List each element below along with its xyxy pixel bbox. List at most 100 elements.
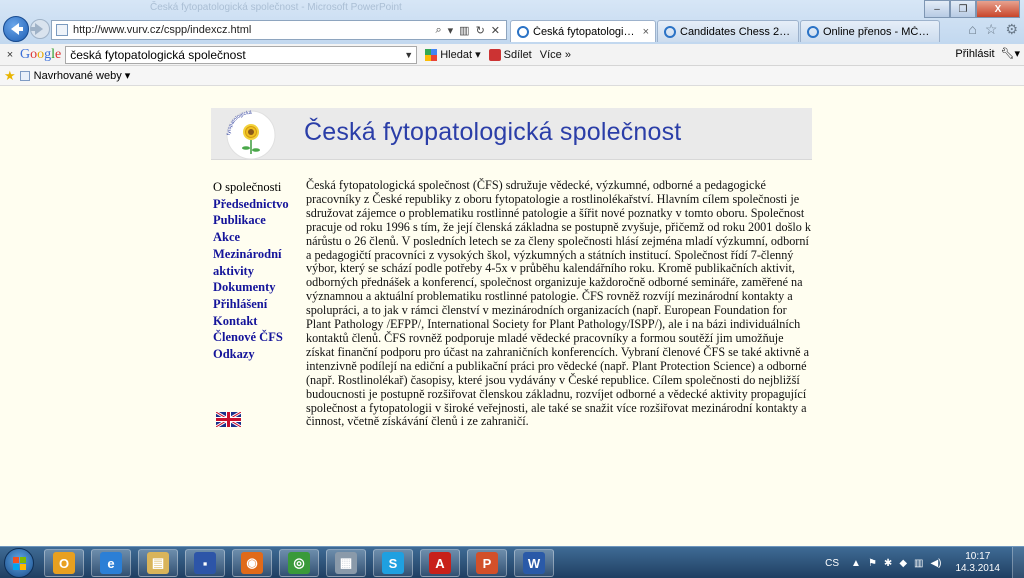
ie-page-icon (664, 25, 676, 38)
address-bar[interactable]: http://www.vurv.cz/cspp/indexcz.html ⌕ ▾… (51, 20, 507, 40)
chrome-icon: ◎ (288, 552, 310, 574)
taskbar-calculator-button[interactable]: ▦ (326, 549, 366, 577)
taskbar-skype-button[interactable]: S (373, 549, 413, 577)
favorites-star-icon[interactable]: ☆ (985, 21, 998, 38)
share-icon (488, 48, 501, 61)
restore-button[interactable]: ❐ (950, 0, 976, 18)
back-button[interactable] (3, 16, 29, 42)
taskbar-internet-explorer-button[interactable]: e (91, 549, 131, 577)
taskbar-firefox-button[interactable]: ◉ (232, 549, 272, 577)
taskbar-outlook-button[interactable]: O (44, 549, 84, 577)
tab-cfs[interactable]: Česká fytopatologická sp... × (510, 20, 656, 42)
internet-explorer-icon: e (100, 552, 122, 574)
show-desktop-button[interactable] (1012, 547, 1024, 578)
google-search-input[interactable]: česká fytopatologická společnost ▼ (65, 45, 418, 64)
taskbar-acrobat-button[interactable]: A (420, 549, 460, 577)
arrow-right-icon (34, 23, 43, 35)
tab-close-icon[interactable]: × (643, 26, 649, 38)
nav-clenove-cfs[interactable]: Členové ČFS (213, 329, 298, 346)
taskbar-chrome-button[interactable]: ◎ (279, 549, 319, 577)
close-window-button[interactable]: X (976, 0, 1020, 18)
outlook-icon: O (53, 552, 75, 574)
suggested-sites-link[interactable]: Navrhované weby (34, 70, 122, 82)
taskbar-word-button[interactable]: W (514, 549, 554, 577)
web-page: fytopatologická Česká fytopatologická sp… (0, 86, 1024, 546)
acrobat-icon: A (429, 552, 451, 574)
google-search-icon (425, 48, 438, 61)
save-icon: ▪ (194, 552, 216, 574)
sdilet-label: Sdílet (503, 48, 532, 61)
uk-flag-icon[interactable] (216, 412, 241, 427)
tab-label: Candidates Chess 2014 LIVE! ... (680, 25, 792, 38)
home-icon[interactable]: ⌂ (968, 21, 976, 38)
window-controls: – ❐ X (924, 0, 1020, 18)
skype-icon: S (382, 552, 404, 574)
nav-o-spolecnosti[interactable]: O společnosti (213, 179, 298, 196)
windows-logo-icon (13, 557, 26, 570)
nav-mezinarodni-aktivity[interactable]: Mezinárodní aktivity (213, 246, 298, 279)
wrench-icon[interactable]: 🔧︎▾ (1001, 47, 1021, 60)
search-value[interactable]: česká fytopatologická společnost (70, 48, 404, 62)
site-header: fytopatologická Česká fytopatologická sp… (211, 108, 812, 160)
language-indicator[interactable]: CS (825, 558, 839, 569)
volume-icon[interactable]: ◀) (930, 558, 941, 569)
compat-view-icon[interactable]: ▥ (459, 24, 469, 37)
calculator-icon: ▦ (335, 552, 357, 574)
page-icon (56, 24, 68, 36)
clock-time: 10:17 (965, 551, 991, 562)
ie-page-icon (807, 25, 819, 38)
browser-titlebar: Česká fytopatologická společnost - Micro… (0, 0, 1024, 44)
gear-icon[interactable]: ⚙ (1005, 21, 1018, 38)
chevron-up-icon[interactable]: ▲ (851, 558, 861, 569)
favorites-star-icon[interactable]: ★ (4, 68, 16, 84)
taskbar-save-button[interactable]: ▪ (185, 549, 225, 577)
system-tray: CS ▲ ⚑ ✱ ◆ ▥ ◀) 10:17 14.3.2014 (825, 547, 1024, 578)
google-logo: Google (20, 46, 62, 62)
main-text: Česká fytopatologická společnost (ČFS) s… (306, 178, 811, 429)
forward-button[interactable] (30, 19, 50, 39)
flag-icon[interactable]: ⚑ (868, 558, 877, 569)
arrow-left-icon (10, 23, 23, 35)
stop-icon[interactable]: ✕ (491, 24, 500, 37)
minimize-button[interactable]: – (924, 0, 950, 18)
nav-odkazy[interactable]: Odkazy (213, 346, 298, 363)
taskbar-explorer-button[interactable]: ▤ (138, 549, 178, 577)
favorites-bar: ★ Navrhované weby ▾ (0, 66, 1024, 86)
chevron-down-icon[interactable]: ▼ (404, 50, 416, 60)
nav-dokumenty[interactable]: Dokumenty (213, 279, 298, 296)
tab-online-prenos[interactable]: Online přenos - MČR mládež... (800, 20, 940, 42)
word-icon: W (523, 552, 545, 574)
nav-kontakt[interactable]: Kontakt (213, 313, 298, 330)
shield-icon[interactable]: ◆ (899, 558, 907, 569)
society-logo-icon: fytopatologická (226, 110, 276, 160)
hledat-button[interactable]: Hledat ▾ (425, 48, 481, 61)
clock[interactable]: 10:17 14.3.2014 (956, 551, 1001, 575)
nav-akce[interactable]: Akce (213, 229, 298, 246)
tab-label: Česká fytopatologická sp... (533, 25, 639, 38)
search-icon[interactable]: ⌕ (435, 24, 441, 37)
vice-button[interactable]: Více » (540, 49, 571, 61)
left-navigation: O společnosti Předsednictvo Publikace Ak… (213, 179, 298, 363)
suggested-sites-icon (19, 70, 30, 81)
dropdown-icon[interactable]: ▾ (448, 24, 454, 37)
nav-predsednictvo[interactable]: Předsednictvo (213, 196, 298, 213)
sdilet-button[interactable]: Sdílet (488, 48, 532, 61)
refresh-icon[interactable]: ↻ (476, 24, 485, 37)
url-text[interactable]: http://www.vurv.cz/cspp/indexcz.html (73, 24, 435, 36)
nav-prihlaseni[interactable]: Přihlášení (213, 296, 298, 313)
explorer-icon: ▤ (147, 552, 169, 574)
windows-taskbar: Oe ▤ ▪ ◉ ◎ ▦ S A P W CS ▲ ⚑ ✱ ◆ ▥ ◀) 10:17 14.3.2… (0, 546, 1024, 578)
network-icon[interactable]: ▥ (914, 558, 923, 569)
nav-publikace[interactable]: Publikace (213, 212, 298, 229)
taskbar-powerpoint-button[interactable]: P (467, 549, 507, 577)
tab-candidates-chess[interactable]: Candidates Chess 2014 LIVE! ... (657, 20, 799, 42)
bluetooth-icon[interactable]: ✱ (884, 558, 892, 569)
start-button[interactable] (4, 548, 34, 578)
site-title: Česká fytopatologická společnost (304, 118, 682, 146)
window-title: Česká fytopatologická společnost - Micro… (150, 2, 402, 13)
prihlasit-link[interactable]: Přihlásit (955, 48, 994, 60)
ie-page-icon (517, 25, 529, 38)
toolbar-close-icon[interactable]: × (0, 49, 20, 61)
firefox-icon: ◉ (241, 552, 263, 574)
google-toolbar: × Google česká fytopatologická společnos… (0, 44, 1024, 66)
